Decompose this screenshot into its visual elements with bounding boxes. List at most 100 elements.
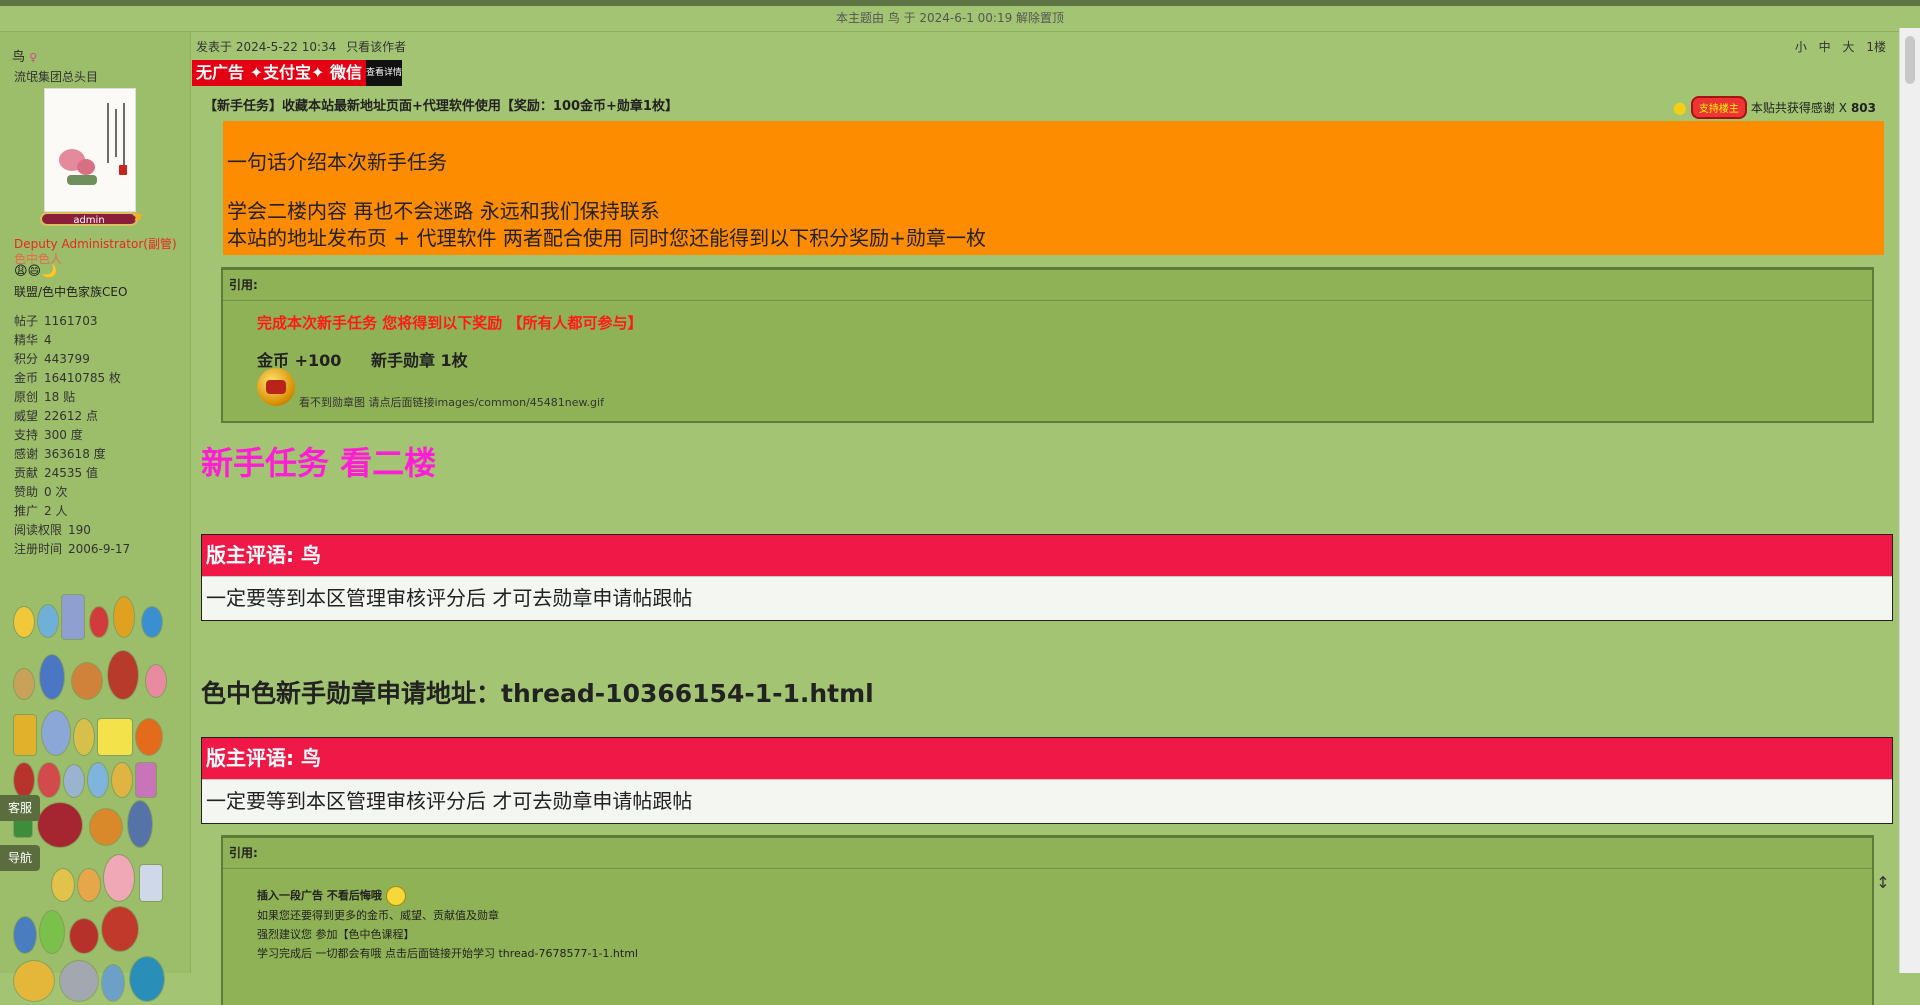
medal-icon[interactable] [62,595,84,639]
quote-ad-lines: 插入一段广告 不看后悔哦 如果您还要得到更多的金币、威望、贡献值及勋章 强烈建议… [257,886,638,963]
post-content-area: 发表于 2024-5-22 10:34 只看该作者 小 中 大 1楼 无广告 ✦… [192,32,1900,1005]
scrollbar-thumb[interactable] [1905,36,1915,84]
medal-icon[interactable] [60,961,98,1001]
stat-contribution: 贡献 24535 值 [14,466,99,480]
medal-icon[interactable] [114,597,134,637]
medal-icon[interactable] [130,957,164,1001]
medal-icon[interactable] [14,763,34,797]
medal-icon[interactable] [14,961,54,1001]
ad-banner-text[interactable]: 无广告 ✦支付宝✦ 微信 [192,60,366,86]
medal-icon[interactable] [98,719,132,755]
medal-icon[interactable] [146,665,166,697]
medal-icon[interactable] [64,765,84,797]
author-stats: 帖子 1161703 精华 4 积分 443799 金币 16410785 枚 原创 18… [14,312,130,559]
medal-icon[interactable] [142,607,162,637]
intro-orange-block: 一句话介绍本次新手任务 学会二楼内容 再也不会迷路 永远和我们保持联系 本站的地… [223,121,1884,255]
task-heading: 新手任务 看二楼 [201,444,437,482]
medal-icon[interactable] [14,917,36,953]
intro-line: 本站的地址发布页 + 代理软件 两者配合使用 同时您还能得到以下积分奖励+勋章一… [227,226,986,250]
medal-icon[interactable] [88,763,108,797]
medal-icon[interactable] [52,869,74,901]
reward-medal: 新手勋章 1枚 [370,351,468,370]
medal-icon[interactable] [14,607,34,637]
medal-icon[interactable] [74,719,94,755]
resize-arrows-icon[interactable]: ↕ [1875,860,1891,906]
stat-prestige: 威望 22612 点 [14,409,99,423]
medal-icon[interactable] [102,907,138,951]
gender-icon: ♀ [29,51,38,64]
customer-service-tab[interactable]: 客服 [0,795,40,821]
user-honor: 联盟/色中色家族CEO [14,285,128,299]
user-custom-title: 流氓集团总头目 [14,70,99,84]
stat-support: 支持 300 度 [14,428,83,442]
stat-posts: 帖子 1161703 [14,314,98,328]
intro-line: 一句话介绍本次新手任务 [227,150,447,174]
medal-note[interactable]: 看不到勋章图 请点后面链接images/common/45481new.gif [299,394,604,410]
lightbulb-icon: ● [1672,98,1687,117]
medal-icon[interactable] [104,855,134,901]
medal-icon[interactable] [136,763,156,797]
medal-icon[interactable] [108,651,138,699]
quote-ad-line: 插入一段广告 不看后悔哦 [257,889,382,902]
stat-sponsor: 赞助 0 次 [14,485,68,499]
avatar[interactable] [44,88,136,212]
navigation-tab[interactable]: 导航 [0,845,40,871]
ad-banner-tag[interactable]: 查看详情 [365,60,402,86]
font-small-button[interactable]: 小 [1795,40,1807,54]
medal-icon[interactable] [112,763,132,797]
moderator-comment-body: 一定要等到本区管理审核评分后 才可去勋章申请帖跟帖 [202,779,1892,823]
quote-box-reward: 引用: 完成本次新手任务 您将得到以下奖励 【所有人都可参与】 金币 +100 … [221,267,1874,423]
moderator-comment-header: 版主评语: 鸟 [202,535,1892,576]
medal-icon[interactable] [90,809,122,845]
moderator-comment: 版主评语: 鸟 一定要等到本区管理审核评分后 才可去勋章申请帖跟帖 [201,534,1893,621]
medal-icon[interactable] [70,919,98,953]
medal-icon[interactable] [38,803,82,847]
medal-icon[interactable] [128,801,152,847]
stat-gold: 金币 16410785 枚 [14,371,121,385]
font-medium-button[interactable]: 中 [1819,40,1831,54]
medal-icon[interactable] [78,869,100,901]
author-name-link[interactable]: 鸟 [12,50,25,65]
stat-thanks: 感谢 363618 度 [14,447,106,461]
font-size-switcher: 小 中 大 1楼 [1787,38,1886,55]
medal-apply-address[interactable]: 色中色新手勋章申请地址：thread-10366154-1-1.html [201,674,874,710]
stat-register-date: 注册时间 2006-9-17 [14,542,131,556]
medal-icon[interactable] [72,663,102,699]
reward-gold: 金币 +100 [257,351,342,370]
stat-read-permission: 阅读权限 190 [14,523,91,537]
medal-icon[interactable] [14,669,34,699]
medal-icon[interactable] [140,865,162,901]
author-name[interactable]: 鸟 ♀ [12,46,37,65]
newbie-medal-icon [257,368,295,406]
intro-line: 学会二楼内容 再也不会迷路 永远和我们保持联系 [227,199,660,223]
post-meta: 发表于 2024-5-22 10:34 只看该作者 [196,38,406,55]
quote-ad-line[interactable]: 强烈建议您 参加【色中色课程】 [257,925,638,944]
ad-banner[interactable]: 无广告 ✦支付宝✦ 微信 查看详情 [192,60,412,86]
topic-status-bar: 本主题由 鸟 于 2024-6-1 00:19 解除置顶 [0,6,1900,32]
reward-title: 完成本次新手任务 您将得到以下奖励 【所有人都可参与】 [257,314,643,332]
medal-icon[interactable] [40,655,64,699]
moderator-comment-header: 版主评语: 鸟 [202,738,1892,779]
quote-ad-line[interactable]: 学习完成后 一切都会有哦 点击后面链接开始学习 thread-7678577-1… [257,944,638,963]
only-author-link[interactable]: 只看该作者 [346,40,406,54]
stat-promotion: 推广 2 人 [14,504,68,518]
star-icon: ★ [131,209,144,225]
floor-number[interactable]: 1楼 [1866,40,1886,54]
quote-label: 引用: [223,270,1872,301]
author-sidebar: 鸟 ♀ 流氓集团总头目 admin ★ Deputy Administrator… [0,32,191,1001]
medal-icon[interactable] [14,715,36,755]
stat-original: 原创 18 贴 [14,390,76,404]
page-scrollbar[interactable] [1899,28,1920,973]
status-emoji-icons: 😩😄🌙 [14,264,58,279]
medal-icon[interactable] [42,711,70,755]
support-badge[interactable]: 支持楼主 [1690,96,1747,119]
medal-icon[interactable] [102,965,124,1001]
medal-icon[interactable] [136,719,162,755]
medal-icon[interactable] [90,607,108,637]
moderator-comment-body: 一定要等到本区管理审核评分后 才可去勋章申请帖跟帖 [202,576,1892,620]
font-large-button[interactable]: 大 [1843,40,1855,54]
medal-icon[interactable] [40,911,64,953]
medal-icon[interactable] [38,763,60,797]
stat-points: 积分 443799 [14,352,90,366]
medal-icon[interactable] [38,605,58,637]
